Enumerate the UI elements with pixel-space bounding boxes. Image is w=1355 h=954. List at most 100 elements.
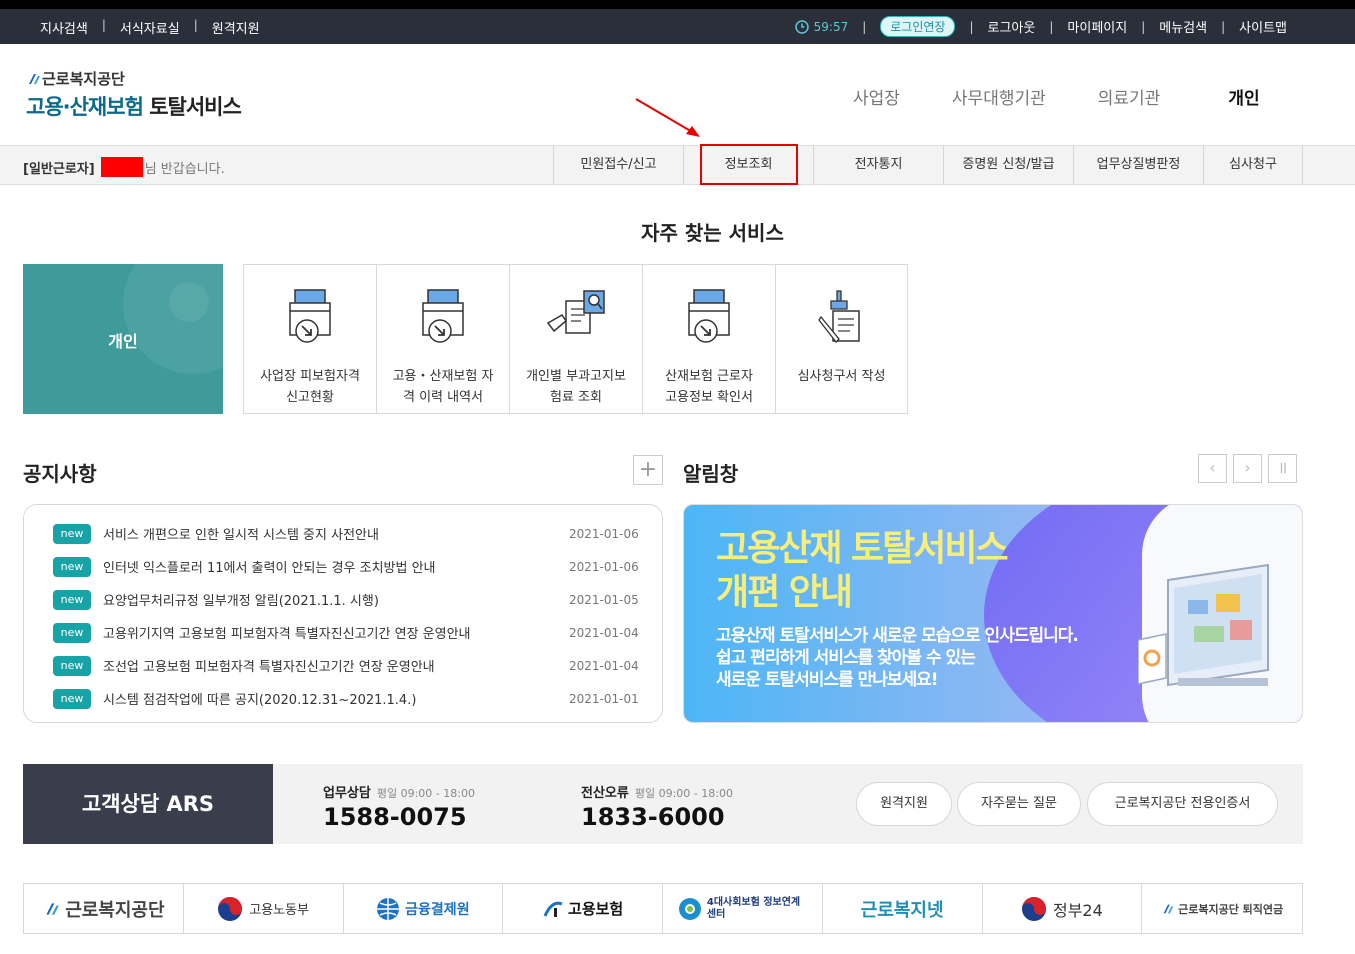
banner-text-line: 고용산재 토탈서비스가 새로운 모습으로 인사드립니다. <box>716 626 1079 646</box>
notice-row[interactable]: new 조선업 고용보험 피보험자격 특별자진신고기간 연장 운영안내 2021-0… <box>24 649 662 682</box>
extend-login-button[interactable]: 로그인연장 <box>880 16 956 37</box>
notice-row-title[interactable]: 시스템 점검작업에 따른 공지(2020.12.31~2021.1.4.) <box>103 689 569 708</box>
service-item-review-form[interactable]: 심사청구서 작성 <box>776 265 907 413</box>
new-badge: new <box>53 622 91 643</box>
faq-button[interactable]: 자주묻는 질문 <box>957 782 1081 826</box>
notice-row[interactable]: new 서비스 개편으로 인한 일시적 시스템 중지 사전안내 2021-01-06 <box>24 517 662 550</box>
menu-certificate[interactable]: 증명원 신청/발급 <box>943 146 1073 184</box>
notice-row-title[interactable]: 서비스 개편으로 인한 일시적 시스템 중지 사전안내 <box>103 524 569 543</box>
user-role: [일반근로자] <box>23 161 95 177</box>
banner-text-line: 쉽고 편리하게 서비스를 찾아볼 수 있는 <box>716 648 976 668</box>
footer-link-ei[interactable]: 고용보험 <box>503 884 663 933</box>
favorites-category-panel: 개인 <box>23 264 223 414</box>
footer-link-moel[interactable]: 고용노동부 <box>184 884 344 933</box>
service-label: 사업장 피보험자격 <box>260 369 360 384</box>
nav-workplace[interactable]: 사업장 <box>853 84 900 109</box>
chevron-right-icon[interactable]: › <box>1233 454 1262 483</box>
magnify-document-icon <box>546 290 605 334</box>
service-item-workplace-status[interactable]: 사업장 피보험자격 신고현황 <box>244 265 377 413</box>
separator: | <box>1141 19 1146 34</box>
banner-headline-line1: 고용산재 토탈서비스 <box>716 528 1009 569</box>
globe-icon <box>377 897 400 920</box>
greeting-message: 님 반갑습니다. <box>144 161 225 177</box>
notice-row-title[interactable]: 인터넷 익스플로러 11에서 출력이 안되는 경우 조치방법 안내 <box>103 557 569 576</box>
it-error-label: 전산오류 <box>581 786 629 801</box>
footer-link-kftc[interactable]: 금융결제원 <box>344 884 504 933</box>
service-item-premium-inquiry[interactable]: 개인별 부과고지보 험료 조회 <box>510 265 643 413</box>
org-name: 근로복지공단 <box>42 70 125 88</box>
notice-row-title[interactable]: 조선업 고용보험 피보험자격 특별자진신고기간 연장 운영안내 <box>103 656 569 675</box>
branch-search-link[interactable]: 지사검색 <box>40 18 88 37</box>
pause-icon[interactable]: ॥ <box>1268 454 1297 483</box>
notice-row[interactable]: new 시스템 점검작업에 따른 공지(2020.12.31~2021.1.4.)… <box>24 682 662 715</box>
new-badge: new <box>53 556 91 577</box>
service-suffix: 토탈서비스 <box>149 95 242 119</box>
main-nav: 사업장 사무대행기관 의료기관 개인 <box>853 84 1312 109</box>
menu-e-notice[interactable]: 전자통지 <box>813 146 943 184</box>
notice-row-title[interactable]: 요양업무처리규정 일부개정 알림(2021.1.1. 시행) <box>103 590 569 609</box>
notice-row[interactable]: new 고용위기지역 고용보험 피보험자격 특별자진신고기간 연장 운영안내 202… <box>24 616 662 649</box>
menu-review-request[interactable]: 심사청구 <box>1203 146 1303 184</box>
footer-link-label: 고용노동부 <box>249 903 310 918</box>
service-prefix: 고용·산재보험 <box>26 95 144 119</box>
menu-civil-petition[interactable]: 민원접수/신고 <box>553 146 683 184</box>
footer-link-gov24[interactable]: 정부24 <box>983 884 1143 933</box>
site-logo[interactable]: 근로복지공단 고용·산재보험 토탈서비스 <box>26 68 242 121</box>
nav-medical[interactable]: 의료기관 <box>1098 84 1161 109</box>
ars-contact-bar: 고객상담 ARS 업무상담 평일 09:00 - 18:00 1588-0075 … <box>23 764 1303 844</box>
nav-agency[interactable]: 사무대행기관 <box>952 84 1046 109</box>
menu-search-link[interactable]: 메뉴검색 <box>1159 17 1207 36</box>
menu-disease-judgment[interactable]: 업무상질병판정 <box>1073 146 1203 184</box>
footer-link-4insure[interactable]: 4대사회보험 정보연계센터 <box>663 884 823 933</box>
annotation-highlight-box <box>700 144 798 185</box>
clock-icon <box>794 19 809 34</box>
footer-link-label: 근로복지넷 <box>860 899 944 921</box>
notice-row-date: 2021-01-06 <box>569 559 639 574</box>
4insure-logo-icon <box>678 897 701 920</box>
sitemap-link[interactable]: 사이트맵 <box>1239 17 1287 36</box>
new-badge: new <box>53 688 91 709</box>
favorites-category-label: 개인 <box>108 332 138 351</box>
pen-document-icon <box>817 290 860 343</box>
favorites-title: 자주 찾는 서비스 <box>641 221 784 245</box>
greeting: [일반근로자] 님 반갑습니다. <box>23 157 225 177</box>
notice-row-title[interactable]: 고용위기지역 고용보험 피보험자격 특별자진신고기간 연장 운영안내 <box>103 623 569 642</box>
timer-value: 59:57 <box>813 19 849 34</box>
mypage-link[interactable]: 마이페이지 <box>1067 17 1127 36</box>
session-timer: 59:57 <box>794 19 849 34</box>
nav-personal[interactable]: 개인 <box>1228 84 1259 109</box>
service-label: 격 이력 내역서 <box>402 390 484 405</box>
notice-row[interactable]: new 인터넷 익스플로러 11에서 출력이 안되는 경우 조치방법 안내 2021… <box>24 550 662 583</box>
service-label: 산재보험 근로자 <box>665 369 753 384</box>
alert-banner[interactable]: 고용산재 토탈서비스 개편 안내 고용산재 토탈서비스가 새로운 모습으로 인사… <box>683 504 1303 723</box>
remote-support-link[interactable]: 원격지원 <box>212 18 260 37</box>
work-consult-number: 1588-0075 <box>323 803 467 831</box>
service-item-employment-confirmation[interactable]: 산재보험 근로자고용정보 확인서 <box>643 265 776 413</box>
footer-link-pension[interactable]: 근로복지공단 퇴직연금 <box>1142 884 1302 933</box>
footer-link-label: 4대사회보험 정보연계센터 <box>706 896 801 920</box>
notice-row[interactable]: new 요양업무처리규정 일부개정 알림(2021.1.1. 시행) 2021-01… <box>24 583 662 616</box>
notice-more-button[interactable]: + <box>633 455 663 485</box>
service-label: 개인별 부과고지보 <box>526 369 626 384</box>
service-item-insurance-history[interactable]: 고용・산재보험 자격 이력 내역서 <box>377 265 510 413</box>
monitor-illustration-icon <box>1138 563 1269 687</box>
service-label: 고용정보 확인서 <box>665 390 753 405</box>
favorite-services: 사업장 피보험자격 신고현황 고용・산재보험 자격 이력 내역서 개인별 부과고… <box>243 264 908 414</box>
separator: | <box>1221 19 1226 34</box>
taegeuk-icon <box>218 896 243 921</box>
printer-download-icon <box>289 289 331 343</box>
service-label: 심사청구서 작성 <box>797 369 886 384</box>
footer-link-comwel[interactable]: 근로복지공단 <box>24 884 184 933</box>
remote-support-button[interactable]: 원격지원 <box>856 782 952 826</box>
forms-library-link[interactable]: 서식자료실 <box>120 18 180 37</box>
logout-link[interactable]: 로그아웃 <box>988 17 1036 36</box>
ei-logo-icon <box>543 901 563 917</box>
chevron-left-icon[interactable]: ‹ <box>1198 454 1227 483</box>
service-label: 고용・산재보험 자 <box>392 369 494 384</box>
banner-headline: 고용산재 토탈서비스 개편 안내 <box>716 527 1009 615</box>
certificate-button[interactable]: 근로복지공단 전용인증서 <box>1087 782 1278 826</box>
footer-link-welfarenet[interactable]: 근로복지넷 <box>823 884 983 933</box>
annotation-arrow-icon <box>635 98 700 137</box>
new-badge: new <box>53 589 91 610</box>
footer-link-label: 근로복지공단 <box>65 899 165 921</box>
